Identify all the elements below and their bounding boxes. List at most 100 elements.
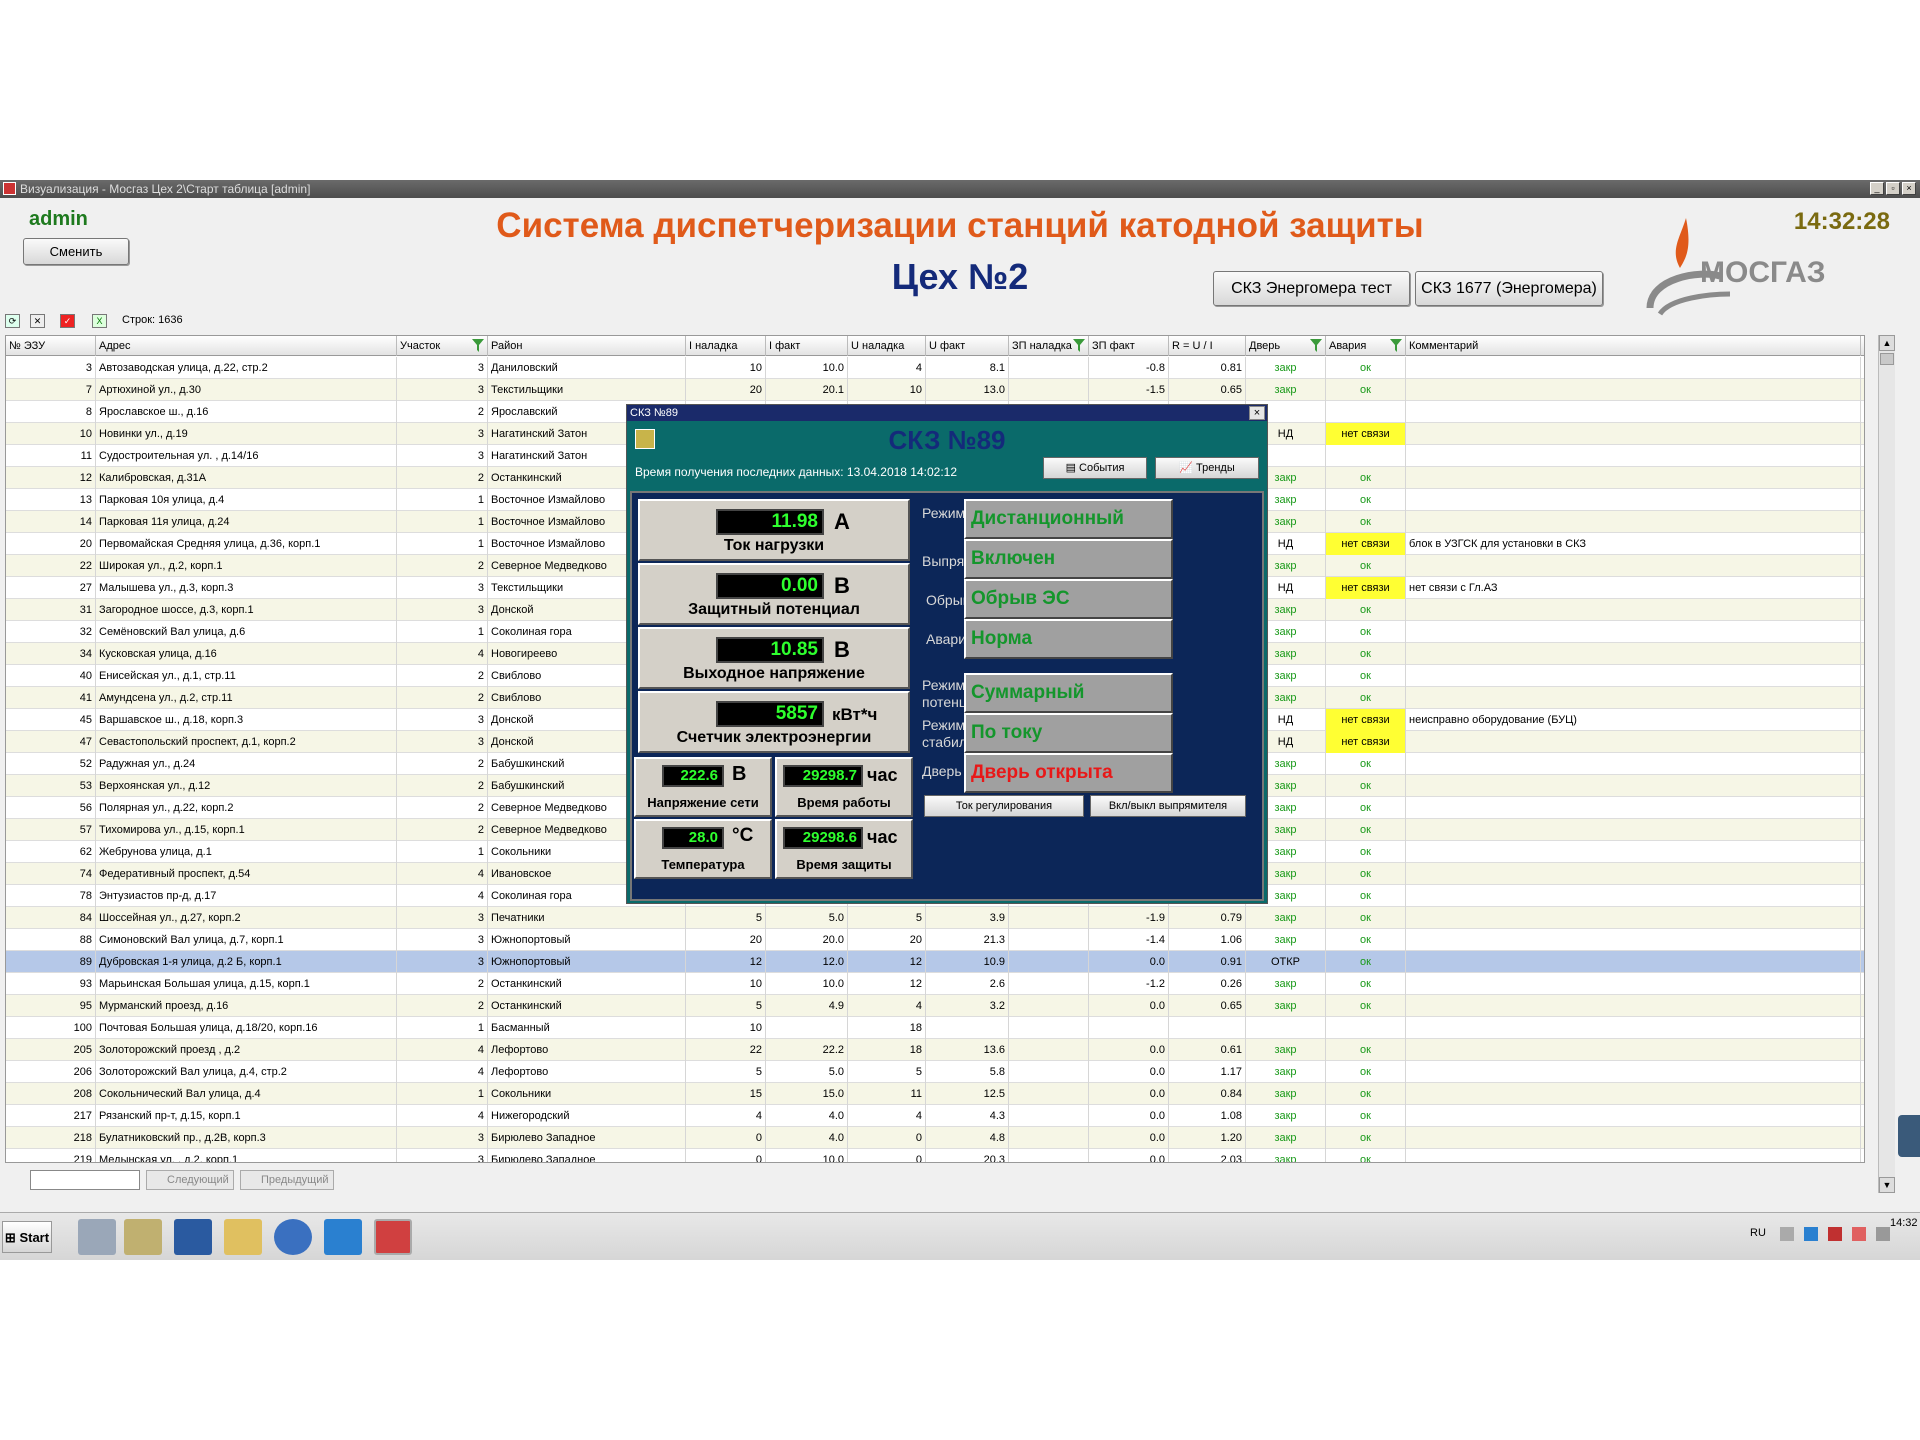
powershell-icon[interactable] [174,1219,212,1255]
table-cell: 3.2 [926,995,1009,1017]
table-cell: 2 [397,819,488,841]
desktop-screen: Визуализация - Мосгаз Цех 2\Старт таблиц… [0,180,1920,1260]
tray-icon-3[interactable] [1828,1227,1842,1241]
column-header[interactable]: Комментарий [1406,336,1861,356]
table-row[interactable]: 217 Рязанский пр-т, д.15, корп.1 4 Нижегоро… [6,1105,1864,1127]
filter-icon[interactable] [472,339,484,352]
table-row[interactable]: 206 Золоторожский Вал улица, д.4, стр.2 4 Л… [6,1061,1864,1083]
app-icon [3,182,16,195]
table-cell: ок [1326,1083,1406,1105]
visualization-app-icon[interactable] [374,1219,412,1255]
table-row[interactable]: 88 Симоновский Вал улица, д.7, корп.1 3 Южн… [6,929,1864,951]
table-cell [1326,1017,1406,1039]
table-row[interactable]: 93 Марьинская Большая улица, д.15, корп.1… [6,973,1864,995]
table-cell: 0.0 [1089,1039,1169,1061]
column-header[interactable]: Адрес [96,336,397,356]
tray-icon-5[interactable] [1876,1227,1890,1241]
excel-export-icon[interactable]: X [92,314,107,328]
table-cell: Булатниковский пр., д.2В, корп.3 [96,1127,397,1149]
network-icon[interactable] [274,1219,312,1255]
column-header[interactable]: I наладка [686,336,766,356]
table-row[interactable]: 3 Автозаводская улица, д.22, стр.2 3 Данило… [6,357,1864,379]
table-row[interactable]: 84 Шоссейная ул., д.27, корп.2 3 Печатники 5… [6,907,1864,929]
table-cell: 1 [397,841,488,863]
table-cell: Автозаводская улица, д.22, стр.2 [96,357,397,379]
filter-icon[interactable] [1390,339,1402,352]
table-cell: 0 [848,1149,926,1162]
side-panel-tab[interactable] [1898,1115,1920,1157]
table-cell: 20 [6,533,96,555]
table-row[interactable]: 7 Артюхиной ул., д.30 3 Текстильщики 20 20.1 1… [6,379,1864,401]
column-header[interactable]: ЗП факт [1089,336,1169,356]
tray-icon-4[interactable] [1852,1227,1866,1241]
prev-button[interactable]: Предыдущий [240,1170,334,1190]
potential-unit: В [834,573,850,598]
table-cell: 5 [686,995,766,1017]
table-row[interactable]: 100 Почтовая Большая улица, д.18/20, корп… [6,1017,1864,1039]
filter-icon[interactable] [1310,339,1322,352]
table-cell [1246,1017,1326,1039]
rectifier-toggle-button[interactable]: Вкл/выкл выпрямителя [1090,795,1246,817]
table-row[interactable]: 219 Медынская ул. , д.2, корп.1 3 Бирюлево … [6,1149,1864,1162]
table-cell: 89 [6,951,96,973]
search-input[interactable] [30,1170,140,1190]
refresh-icon[interactable]: ⟳ [5,314,20,328]
skz-test-button[interactable]: СКЗ Энергомера тест [1213,271,1410,306]
table-row[interactable]: 218 Булатниковский пр., д.2В, корп.3 3 Бирю… [6,1127,1864,1149]
table-row[interactable]: 205 Золоторожский проезд , д.2 4 Лефортово 2… [6,1039,1864,1061]
server-manager-icon[interactable] [78,1219,116,1255]
table-cell: 0.91 [1169,951,1246,973]
vertical-scrollbar[interactable]: ▲ ▼ [1878,335,1895,1193]
scroll-down-icon[interactable]: ▼ [1879,1177,1895,1193]
tools-icon[interactable] [124,1219,162,1255]
table-cell: 8.1 [926,357,1009,379]
column-header[interactable]: Район [488,336,686,356]
filter-clear-icon[interactable]: ✕ [30,314,45,328]
table-cell: 1.17 [1169,1061,1246,1083]
table-cell: 2 [397,753,488,775]
tray-icon-1[interactable] [1780,1227,1794,1241]
scroll-up-icon[interactable]: ▲ [1879,335,1895,351]
table-cell: закр [1246,379,1326,401]
close-button[interactable]: × [1902,182,1916,195]
maximize-button[interactable]: ▫ [1886,182,1900,195]
settings-icon[interactable]: ✓ [60,314,75,328]
table-cell: 4 [397,863,488,885]
protection-time-unit: час [867,827,898,847]
explorer-icon[interactable] [224,1219,262,1255]
column-header[interactable]: R = U / I [1169,336,1246,356]
popup-close-button[interactable]: × [1249,406,1265,420]
current-regulation-button[interactable]: Ток регулирования [924,795,1084,817]
language-indicator[interactable]: RU [1750,1227,1766,1239]
events-button[interactable]: ▤ События [1043,457,1147,479]
teamviewer-icon[interactable] [324,1219,362,1255]
table-row[interactable]: 95 Мурманский проезд, д.16 2 Останкинский 5 4… [6,995,1864,1017]
trends-button[interactable]: 📈 Тренды [1155,457,1259,479]
column-header[interactable]: U факт [926,336,1009,356]
table-row[interactable]: 208 Сокольнический Вал улица, д.4 1 Сокольн… [6,1083,1864,1105]
table-cell: 1 [397,1083,488,1105]
minimize-button[interactable]: _ [1870,182,1884,195]
table-cell: Жебрунова улица, д.1 [96,841,397,863]
table-cell: Басманный [488,1017,686,1039]
table-row[interactable]: 89 Дубровская 1-я улица, д.2 Б, корп.1 3 Юж… [6,951,1864,973]
table-cell: 4 [397,1061,488,1083]
tray-icon-2[interactable] [1804,1227,1818,1241]
skz-1677-button[interactable]: СКЗ 1677 (Энергомера) [1415,271,1603,306]
table-cell [1406,401,1861,423]
table-cell: 27 [6,577,96,599]
table-cell: 2 [397,973,488,995]
table-cell [1009,357,1089,379]
column-header[interactable]: U наладка [848,336,926,356]
next-button[interactable]: Следующий [146,1170,234,1190]
scroll-thumb[interactable] [1880,353,1894,365]
popup-window-title: СКЗ №89 [630,407,678,419]
column-header[interactable]: I факт [766,336,848,356]
table-cell: Радужная ул., д.24 [96,753,397,775]
table-cell [1326,445,1406,467]
table-cell [1406,1061,1861,1083]
table-cell: 2 [397,687,488,709]
column-header[interactable]: № ЭЗУ [6,336,96,356]
start-button[interactable]: ⊞ Start [2,1221,52,1253]
filter-icon[interactable] [1073,339,1085,352]
